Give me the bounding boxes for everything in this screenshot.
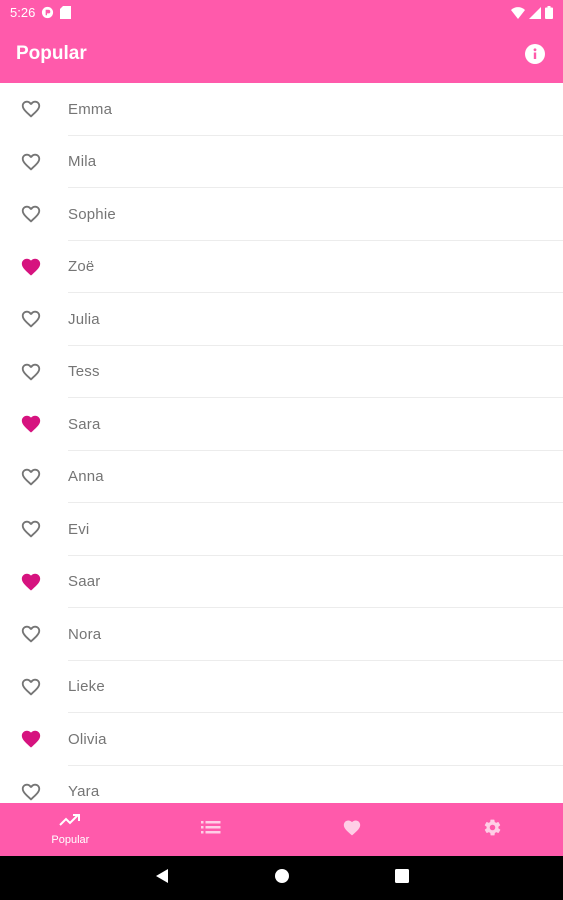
recents-icon bbox=[394, 868, 409, 888]
info-icon[interactable] bbox=[523, 42, 547, 66]
list-item[interactable]: Emma bbox=[0, 83, 563, 136]
heart-outline-icon[interactable] bbox=[19, 517, 43, 541]
list-item-name: Nora bbox=[68, 625, 102, 643]
nav-popular[interactable]: Popular bbox=[0, 803, 141, 856]
heart-outline-icon[interactable] bbox=[19, 202, 43, 226]
signal-icon bbox=[529, 6, 541, 19]
list-item[interactable]: Sara bbox=[0, 398, 563, 451]
heart-icon bbox=[342, 818, 362, 841]
nav-favorites[interactable] bbox=[282, 803, 423, 856]
heart-filled-icon[interactable] bbox=[19, 412, 43, 436]
name-list[interactable]: Emma Mila Sophie Zoë Julia Tess Sara Anna Evi Saa… bbox=[0, 83, 563, 803]
home-icon bbox=[274, 868, 290, 889]
recents-button[interactable] bbox=[342, 856, 462, 900]
list-item[interactable]: Nora bbox=[0, 608, 563, 661]
heart-outline-icon[interactable] bbox=[19, 675, 43, 699]
list-item-name: Emma bbox=[68, 100, 113, 118]
home-button[interactable] bbox=[222, 856, 342, 900]
list-item-name: Julia bbox=[68, 310, 100, 328]
list-item-name: Sara bbox=[68, 415, 101, 433]
list-item-name: Sophie bbox=[68, 205, 116, 223]
list-item[interactable]: Zoë bbox=[0, 241, 563, 293]
list-item[interactable]: Julia bbox=[0, 293, 563, 346]
heart-outline-icon[interactable] bbox=[19, 465, 43, 489]
list-item-name: Anna bbox=[68, 468, 104, 486]
list-item-name: Saar bbox=[68, 573, 101, 591]
list-item[interactable]: Saar bbox=[0, 556, 563, 608]
notification-icon bbox=[41, 6, 54, 19]
list-item-name: Tess bbox=[68, 363, 100, 381]
back-icon bbox=[155, 868, 169, 889]
list-item[interactable]: Sophie bbox=[0, 188, 563, 241]
trending-up-icon bbox=[59, 813, 81, 832]
back-button[interactable] bbox=[102, 856, 222, 900]
status-time: 5:26 bbox=[10, 5, 36, 20]
status-bar: 5:26 bbox=[0, 0, 563, 25]
heart-outline-icon[interactable] bbox=[19, 307, 43, 331]
heart-filled-icon[interactable] bbox=[19, 727, 43, 751]
sd-card-icon bbox=[60, 6, 72, 19]
list-item-name: Lieke bbox=[68, 678, 105, 696]
heart-outline-icon[interactable] bbox=[19, 780, 43, 803]
nav-settings[interactable] bbox=[422, 803, 563, 856]
list-item[interactable]: Mila bbox=[0, 136, 563, 188]
list-item-name: Yara bbox=[68, 783, 100, 801]
gear-icon bbox=[483, 818, 502, 842]
list-icon bbox=[201, 820, 221, 839]
list-item-name: Zoë bbox=[68, 258, 95, 276]
heart-filled-icon[interactable] bbox=[19, 570, 43, 594]
list-item[interactable]: Evi bbox=[0, 503, 563, 556]
list-item[interactable]: Olivia bbox=[0, 713, 563, 766]
list-item[interactable]: Lieke bbox=[0, 661, 563, 713]
heart-filled-icon[interactable] bbox=[19, 255, 43, 279]
heart-outline-icon[interactable] bbox=[19, 360, 43, 384]
page-title: Popular bbox=[16, 43, 87, 64]
battery-icon bbox=[545, 6, 553, 19]
nav-popular-label: Popular bbox=[51, 834, 90, 846]
wifi-icon bbox=[511, 6, 525, 19]
nav-list[interactable] bbox=[141, 803, 282, 856]
app-bar: Popular bbox=[0, 25, 563, 83]
list-item[interactable]: Anna bbox=[0, 451, 563, 503]
list-item-name: Mila bbox=[68, 153, 97, 171]
list-item-name: Olivia bbox=[68, 730, 107, 748]
heart-outline-icon[interactable] bbox=[19, 150, 43, 174]
list-item-name: Evi bbox=[68, 520, 90, 538]
heart-outline-icon[interactable] bbox=[19, 622, 43, 646]
list-item[interactable]: Tess bbox=[0, 346, 563, 398]
system-navigation-bar bbox=[0, 856, 563, 900]
list-item[interactable]: Yara bbox=[0, 766, 563, 804]
heart-outline-icon[interactable] bbox=[19, 97, 43, 121]
bottom-navigation: Popular bbox=[0, 803, 563, 856]
